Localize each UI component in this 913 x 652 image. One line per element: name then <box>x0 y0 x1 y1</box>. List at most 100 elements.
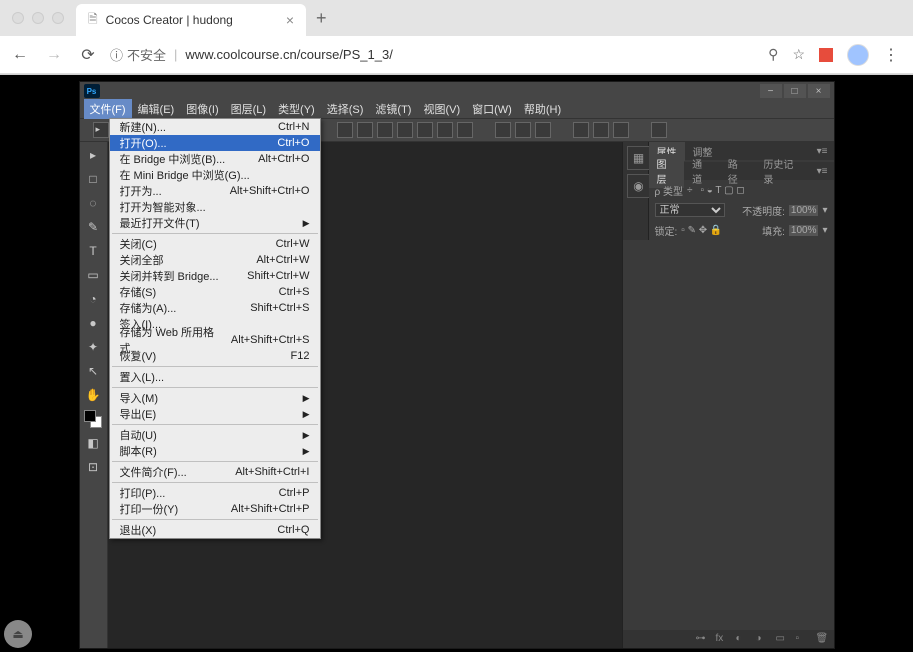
color-icon[interactable]: ◉ <box>627 174 651 198</box>
search-icon[interactable]: ⚲ <box>768 46 778 63</box>
tool-button[interactable]: ✦ <box>84 338 102 356</box>
menu-item-关闭全部[interactable]: 关闭全部Alt+Ctrl+W <box>110 252 320 268</box>
opt-icon[interactable] <box>593 122 609 138</box>
site-info-icon[interactable]: ⓘ 不安全 <box>110 45 166 64</box>
reload-button[interactable]: ⟳ <box>76 45 100 65</box>
tool-button[interactable]: ◔ <box>84 290 102 308</box>
menu-类型(Y)[interactable]: 类型(Y) <box>272 99 321 119</box>
blend-mode-select[interactable]: 正常 <box>655 203 725 217</box>
tab-channels[interactable]: 通道 <box>684 154 720 188</box>
star-icon[interactable]: ☆ <box>792 46 805 63</box>
menu-item-打印(P)...[interactable]: 打印(P)...Ctrl+P <box>110 485 320 501</box>
menu-item-新建(N)...[interactable]: 新建(N)...Ctrl+N <box>110 119 320 135</box>
window-control[interactable]: □ <box>784 84 806 98</box>
mask-icon[interactable]: ◐ <box>736 633 748 645</box>
opt-icon[interactable] <box>357 122 373 138</box>
opt-icon[interactable] <box>613 122 629 138</box>
mac-zoom[interactable] <box>52 12 64 24</box>
menu-item-导出(E)[interactable]: 导出(E)▶ <box>110 406 320 422</box>
folder-icon[interactable]: ▭ <box>776 633 788 645</box>
menu-item-存储为(A)...[interactable]: 存储为(A)...Shift+Ctrl+S <box>110 300 320 316</box>
address-bar[interactable]: ⓘ 不安全 | www.coolcourse.cn/course/PS_1_3/ <box>110 45 758 64</box>
back-button[interactable]: ← <box>8 46 32 64</box>
tool-button[interactable]: ● <box>84 314 102 332</box>
tab-paths[interactable]: 路径 <box>720 154 756 188</box>
opt-icon[interactable] <box>535 122 551 138</box>
menu-item-退出(X)[interactable]: 退出(X)Ctrl+Q <box>110 522 320 538</box>
eject-icon[interactable]: ⏏ <box>4 620 32 648</box>
menu-item-在 Bridge 中浏览(B)...[interactable]: 在 Bridge 中浏览(B)...Alt+Ctrl+O <box>110 151 320 167</box>
browser-menu-icon[interactable]: ⋮ <box>883 45 899 65</box>
menu-文件(F)[interactable]: 文件(F) <box>84 99 132 119</box>
close-tab-icon[interactable]: × <box>286 12 294 28</box>
fill-value[interactable]: 100% <box>789 225 819 236</box>
menu-编辑(E)[interactable]: 编辑(E) <box>132 99 181 119</box>
menu-滤镜(T)[interactable]: 滤镜(T) <box>369 99 417 119</box>
menu-item-自动(U)[interactable]: 自动(U)▶ <box>110 427 320 443</box>
opt-icon[interactable] <box>515 122 531 138</box>
opt-icon[interactable] <box>651 122 667 138</box>
fx-icon[interactable]: fx <box>716 633 728 645</box>
adjustment-icon[interactable]: ◑ <box>756 633 768 645</box>
window-control[interactable]: × <box>808 84 830 98</box>
tool-button[interactable]: ◧ <box>84 434 102 452</box>
profile-avatar[interactable] <box>847 44 869 66</box>
color-swatch[interactable] <box>84 410 102 428</box>
menu-item-最近打开文件(T)[interactable]: 最近打开文件(T)▶ <box>110 215 320 231</box>
browser-tab[interactable]: 🗎 Cocos Creator | hudong × <box>76 4 306 36</box>
opt-icon[interactable] <box>377 122 393 138</box>
menu-视图(V)[interactable]: 视图(V) <box>417 99 466 119</box>
menu-item-打开为...[interactable]: 打开为...Alt+Shift+Ctrl+O <box>110 183 320 199</box>
menu-item-关闭(C)[interactable]: 关闭(C)Ctrl+W <box>110 236 320 252</box>
menu-图像(I)[interactable]: 图像(I) <box>180 99 224 119</box>
menu-item-脚本(R)[interactable]: 脚本(R)▶ <box>110 443 320 459</box>
tool-button[interactable]: ✎ <box>84 218 102 236</box>
new-layer-icon[interactable]: ▫ <box>796 633 808 645</box>
menu-选择(S)[interactable]: 选择(S) <box>321 99 370 119</box>
menu-item-打开为智能对象...[interactable]: 打开为智能对象... <box>110 199 320 215</box>
mac-minimize[interactable] <box>32 12 44 24</box>
menu-item-导入(M)[interactable]: 导入(M)▶ <box>110 390 320 406</box>
mac-close[interactable] <box>12 12 24 24</box>
menu-item-文件简介(F)...[interactable]: 文件简介(F)...Alt+Shift+Ctrl+I <box>110 464 320 480</box>
menu-item-打印一份(Y)[interactable]: 打印一份(Y)Alt+Shift+Ctrl+P <box>110 501 320 517</box>
panel-menu-icon[interactable]: ▾≡ <box>811 166 834 177</box>
menu-item-在 Mini Bridge 中浏览(G)...[interactable]: 在 Mini Bridge 中浏览(G)... <box>110 167 320 183</box>
tab-history[interactable]: 历史记录 <box>755 154 810 188</box>
opt-icon[interactable] <box>397 122 413 138</box>
menu-item-打开(O)...[interactable]: 打开(O)...Ctrl+O <box>110 135 320 151</box>
menu-item-关闭并转到 Bridge...[interactable]: 关闭并转到 Bridge...Shift+Ctrl+W <box>110 268 320 284</box>
opacity-value[interactable]: 100% <box>789 205 819 216</box>
forward-button[interactable]: → <box>42 46 66 64</box>
tool-button[interactable]: ✋ <box>84 386 102 404</box>
menu-帮助(H)[interactable]: 帮助(H) <box>518 99 567 119</box>
menu-窗口(W)[interactable]: 窗口(W) <box>466 99 518 119</box>
tool-button[interactable]: T <box>84 242 102 260</box>
menu-separator <box>112 461 318 462</box>
menu-图层(L)[interactable]: 图层(L) <box>225 99 272 119</box>
opt-icon[interactable] <box>495 122 511 138</box>
tool-button[interactable]: ▸ <box>84 146 102 164</box>
window-control[interactable]: − <box>760 84 782 98</box>
opt-icon[interactable] <box>437 122 453 138</box>
menu-item-存储(S)[interactable]: 存储(S)Ctrl+S <box>110 284 320 300</box>
tool-button[interactable]: □ <box>84 170 102 188</box>
menu-item-存储为 Web 所用格式...[interactable]: 存储为 Web 所用格式...Alt+Shift+Ctrl+S <box>110 332 320 348</box>
properties-icon[interactable]: ▦ <box>627 146 651 170</box>
extension-icon[interactable] <box>819 48 833 62</box>
opt-icon[interactable] <box>457 122 473 138</box>
trash-icon[interactable]: 🗑 <box>816 633 828 645</box>
tool-button[interactable]: ▭ <box>84 266 102 284</box>
opt-icon[interactable] <box>573 122 589 138</box>
menu-item-置入(L)...[interactable]: 置入(L)... <box>110 369 320 385</box>
tool-button[interactable]: ⊡ <box>84 458 102 476</box>
opt-icon[interactable] <box>417 122 433 138</box>
tool-button[interactable]: ◌ <box>84 194 102 212</box>
new-tab-button[interactable]: + <box>306 8 337 29</box>
link-icon[interactable]: ⊶ <box>696 633 708 645</box>
opt-icon[interactable] <box>337 122 353 138</box>
menu-separator <box>112 387 318 388</box>
panel-menu-icon[interactable]: ▾≡ <box>811 146 834 157</box>
tool-preset-icon[interactable]: ▸ <box>93 122 109 138</box>
tool-button[interactable]: ↖ <box>84 362 102 380</box>
